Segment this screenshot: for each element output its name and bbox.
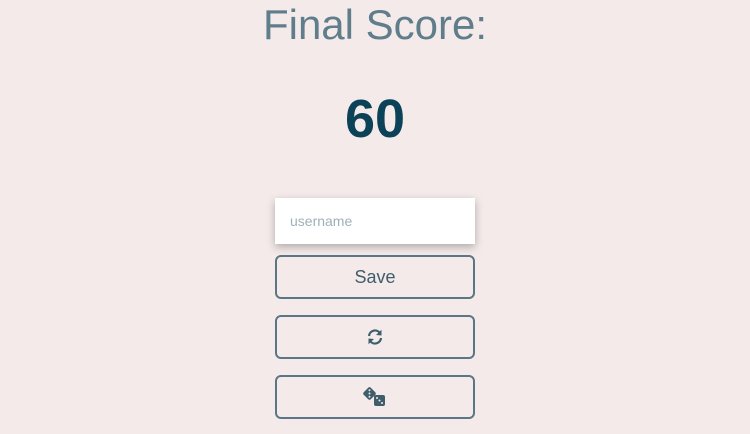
refresh-icon (366, 328, 384, 346)
dice-icon (363, 387, 387, 407)
play-again-button[interactable] (275, 315, 475, 359)
final-score-heading: Final Score: (262, 1, 488, 48)
final-score-value: 60 (344, 89, 406, 149)
save-button[interactable]: Save (275, 255, 475, 299)
username-input[interactable] (275, 198, 475, 244)
random-button[interactable] (275, 375, 475, 419)
